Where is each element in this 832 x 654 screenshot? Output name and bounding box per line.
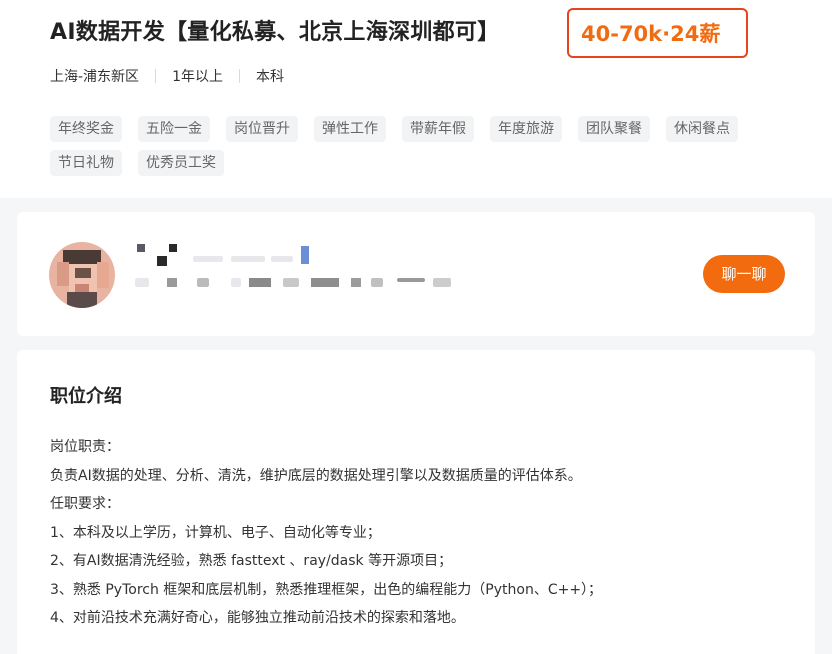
job-header: AI数据开发【量化私募、北京上海深圳都可】 40-70k·24薪 上海-浦东新区… (0, 0, 832, 198)
benefit-tag: 年度旅游 (490, 116, 562, 142)
meta-divider (155, 69, 157, 83)
chat-button[interactable]: 聊一聊 (703, 255, 785, 293)
benefit-tag: 带薪年假 (402, 116, 474, 142)
meta-divider (238, 69, 240, 83)
job-education: 本科 (255, 69, 284, 85)
job-title: AI数据开发【量化私募、北京上海深圳都可】 (50, 20, 500, 45)
description-line: 1、本科及以上学历，计算机、电子、自动化等专业； (50, 524, 381, 541)
benefit-tag: 优秀员工奖 (138, 150, 224, 176)
description-line: 3、熟悉 PyTorch 框架和底层机制，熟悉推理框架，出色的编程能力（Pyth… (50, 581, 603, 598)
description-line: 任职要求： (50, 496, 120, 512)
benefit-tag: 休闲餐点 (666, 116, 738, 142)
job-description-title: 职位介绍 (50, 386, 122, 407)
job-description-card: 职位介绍 岗位职责： 负责AI数据的处理、分析、清洗，维护底层的数据处理引擎以及… (17, 350, 815, 654)
salary-highlight-box: 40-70k·24薪 (567, 8, 748, 58)
job-location: 上海-浦东新区 (50, 69, 140, 85)
job-description-body: 岗位职责： 负责AI数据的处理、分析、清洗，维护底层的数据处理引擎以及数据质量的… (50, 433, 602, 633)
description-line: 4、对前沿技术充满好奇心，能够独立推动前沿技术的探索和落地。 (50, 610, 465, 626)
benefit-tag: 五险一金 (138, 116, 210, 142)
benefit-tags: 年终奖金 五险一金 岗位晋升 弹性工作 带薪年假 年度旅游 团队聚餐 休闲餐点 … (50, 116, 790, 184)
benefit-tag: 年终奖金 (50, 116, 122, 142)
recruiter-card: 聊一聊 (17, 212, 815, 336)
description-line: 负责AI数据的处理、分析、清洗，维护底层的数据处理引擎以及数据质量的评估体系。 (50, 467, 582, 484)
benefit-tag: 弹性工作 (314, 116, 386, 142)
description-line: 2、有AI数据清洗经验，熟悉 fasttext 、ray/dask 等开源项目； (50, 553, 453, 569)
job-meta: 上海-浦东新区 1年以上 本科 (50, 66, 284, 86)
job-detail-page: AI数据开发【量化私募、北京上海深圳都可】 40-70k·24薪 上海-浦东新区… (0, 0, 832, 654)
job-experience: 1年以上 (172, 69, 223, 85)
salary: 40-70k·24薪 (581, 22, 721, 46)
benefit-tag: 团队聚餐 (578, 116, 650, 142)
recruiter-avatar[interactable] (49, 242, 115, 308)
benefit-tag: 节日礼物 (50, 150, 122, 176)
description-line: 岗位职责： (50, 439, 120, 455)
benefit-tag: 岗位晋升 (226, 116, 298, 142)
